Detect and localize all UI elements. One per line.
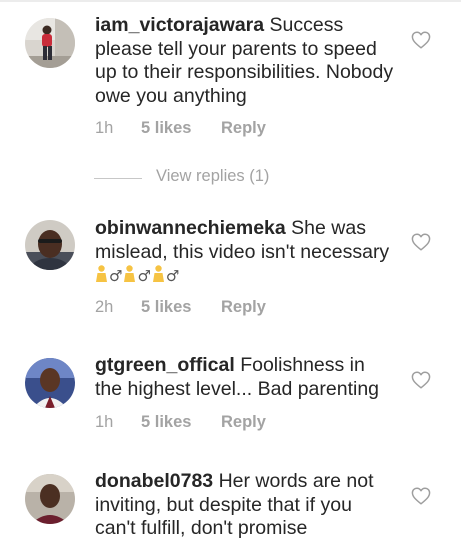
view-replies-label[interactable]: View replies (1): [156, 167, 269, 186]
comment-time: 2h: [95, 298, 114, 316]
emoji-group: ♂ ♂ ♂: [95, 264, 180, 286]
comment-time: 1h: [95, 119, 114, 137]
comment-text: donabel0783 Her words are not inviting, …: [95, 470, 395, 541]
comment-time: 1h: [95, 413, 114, 431]
top-divider: [0, 0, 461, 2]
replies-divider: [94, 178, 142, 179]
person-bowing-icon: [96, 265, 107, 282]
person-bowing-icon: [124, 265, 136, 282]
avatar[interactable]: [25, 358, 75, 408]
comment-meta: 2h 5 likes Reply: [95, 298, 266, 317]
comment-username[interactable]: obinwannechiemeka: [95, 217, 286, 239]
reply-button[interactable]: Reply: [221, 413, 266, 432]
avatar[interactable]: [25, 474, 75, 524]
avatar[interactable]: [25, 220, 75, 270]
reply-button[interactable]: Reply: [221, 119, 266, 138]
comment-meta: 1h 5 likes Reply: [95, 413, 266, 432]
comment-username[interactable]: gtgreen_offical: [95, 354, 235, 376]
likes-count[interactable]: 5 likes: [141, 413, 221, 432]
avatar[interactable]: [25, 18, 75, 68]
male-sign-icon: ♂: [165, 267, 180, 285]
likes-count[interactable]: 5 likes: [141, 119, 221, 138]
comment-text: gtgreen_offical Foolishness in the highe…: [95, 354, 395, 401]
comment-username[interactable]: donabel0783: [95, 470, 213, 492]
comment-text: obinwannechiemeka She was mislead, this …: [95, 217, 395, 289]
heart-icon[interactable]: [411, 371, 431, 389]
comment-username[interactable]: iam_victorajawara: [95, 14, 264, 36]
comment-meta: 1h 5 likes Reply: [95, 119, 266, 138]
reply-button[interactable]: Reply: [221, 298, 266, 317]
heart-icon[interactable]: [411, 233, 431, 251]
heart-icon[interactable]: [411, 31, 431, 49]
heart-icon[interactable]: [411, 487, 431, 505]
likes-count[interactable]: 5 likes: [141, 298, 221, 317]
comment-text: iam_victorajawara Success please tell yo…: [95, 14, 395, 108]
male-sign-icon: ♂: [137, 267, 151, 285]
male-sign-icon: ♂: [109, 267, 123, 285]
person-bowing-icon: [152, 265, 164, 282]
